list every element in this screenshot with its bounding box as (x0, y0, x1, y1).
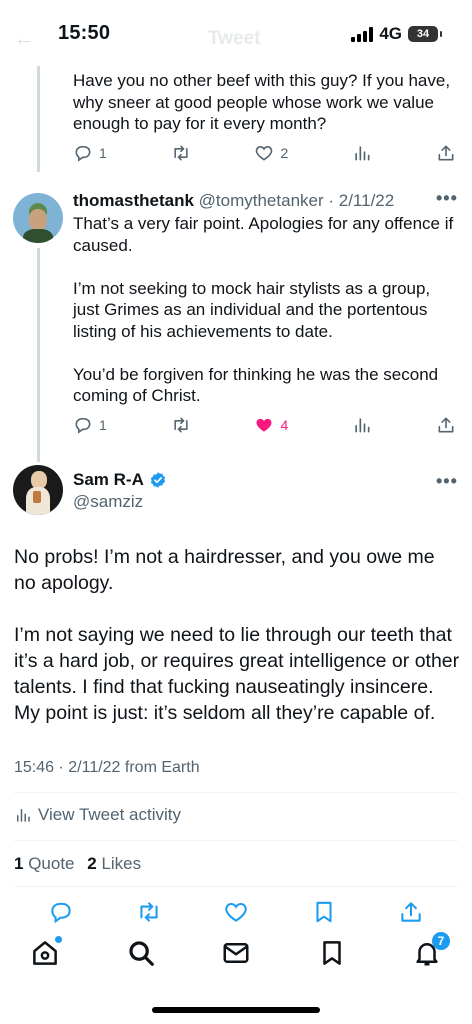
header-title: Tweet (208, 28, 261, 49)
handle[interactable]: @samziz (73, 492, 143, 512)
divider (14, 840, 458, 841)
avatar[interactable] (13, 193, 63, 243)
share-button[interactable] (436, 415, 456, 435)
main-tweet-text: No probs! I’m not a hairdresser, and you… (14, 546, 460, 724)
more-options-icon[interactable]: ••• (436, 188, 458, 209)
likes-stat[interactable]: 2 Likes (87, 854, 141, 873)
retweet-button[interactable] (171, 415, 191, 435)
handle-date: @tomythetanker · 2/11/22 (198, 191, 395, 210)
back-arrow-icon[interactable]: ← (14, 28, 34, 51)
heart-icon[interactable] (223, 899, 249, 925)
avatar[interactable] (13, 465, 63, 515)
analytics-icon (355, 418, 370, 433)
reply2-header: thomasthetank @tomythetanker · 2/11/22 (73, 190, 394, 211)
like-button[interactable]: 4 (254, 415, 288, 435)
reply2-text: That’s a very fair point. Apologies for … (73, 214, 454, 405)
share-icon (438, 417, 454, 433)
home-indicator (152, 1007, 320, 1013)
heart-filled-icon (257, 418, 272, 432)
views-button[interactable] (352, 415, 372, 435)
bookmark-icon[interactable] (311, 899, 337, 925)
tweet-timestamp: 15:46 · 2/11/22 from Earth (14, 759, 200, 776)
retweet-button[interactable] (171, 143, 191, 163)
display-name[interactable]: thomasthetank (73, 191, 194, 210)
search-icon[interactable] (126, 938, 156, 968)
status-indicators: 4G 34 (351, 24, 442, 44)
divider (14, 792, 458, 793)
share-button[interactable] (436, 143, 456, 163)
unread-dot (55, 936, 62, 943)
reply1-text: Have you no other beef with this guy? If… (73, 71, 455, 133)
analytics-icon (17, 809, 30, 822)
reply-button[interactable]: 1 (73, 143, 107, 163)
reply-icon (75, 417, 91, 434)
share-icon[interactable] (398, 899, 424, 925)
main-header: Sam R-A (73, 470, 167, 490)
battery-icon: 34 (408, 26, 442, 42)
quotes-stat[interactable]: 1 Quote (14, 854, 75, 873)
share-icon (438, 145, 454, 161)
retweet-icon[interactable] (136, 899, 162, 925)
reply-icon (75, 145, 91, 162)
cellular-signal-icon (351, 26, 374, 42)
reply-button[interactable]: 1 (73, 415, 107, 435)
bottom-tab-bar: 7 (0, 932, 472, 973)
reply1-actions: 1 2 (73, 141, 456, 165)
tweet-action-bar (12, 899, 460, 925)
view-activity-link[interactable]: View Tweet activity (14, 805, 181, 825)
verified-badge-icon (150, 472, 165, 488)
retweet-icon (174, 417, 188, 433)
more-options-icon[interactable]: ••• (436, 471, 458, 492)
heart-icon (256, 146, 273, 161)
display-name[interactable]: Sam R-A (73, 470, 144, 490)
views-button[interactable] (352, 143, 372, 163)
network-type: 4G (379, 24, 402, 43)
engagement-stats: 1 Quote 2 Likes (14, 854, 141, 874)
analytics-icon (355, 146, 370, 161)
tab-notifications[interactable]: 7 (412, 932, 450, 973)
messages-icon[interactable] (221, 938, 251, 968)
reply2-actions: 1 4 (73, 413, 456, 437)
reply-icon[interactable] (48, 899, 74, 925)
like-button[interactable]: 2 (254, 143, 288, 163)
status-time: 15:50 (58, 22, 111, 44)
notification-badge: 7 (432, 932, 450, 950)
tab-home[interactable] (30, 936, 62, 973)
home-icon (33, 941, 57, 965)
thread-line (37, 248, 40, 462)
thread-line (37, 66, 40, 172)
retweet-icon (174, 145, 188, 161)
bookmarks-icon[interactable] (317, 938, 347, 968)
divider (14, 886, 458, 887)
